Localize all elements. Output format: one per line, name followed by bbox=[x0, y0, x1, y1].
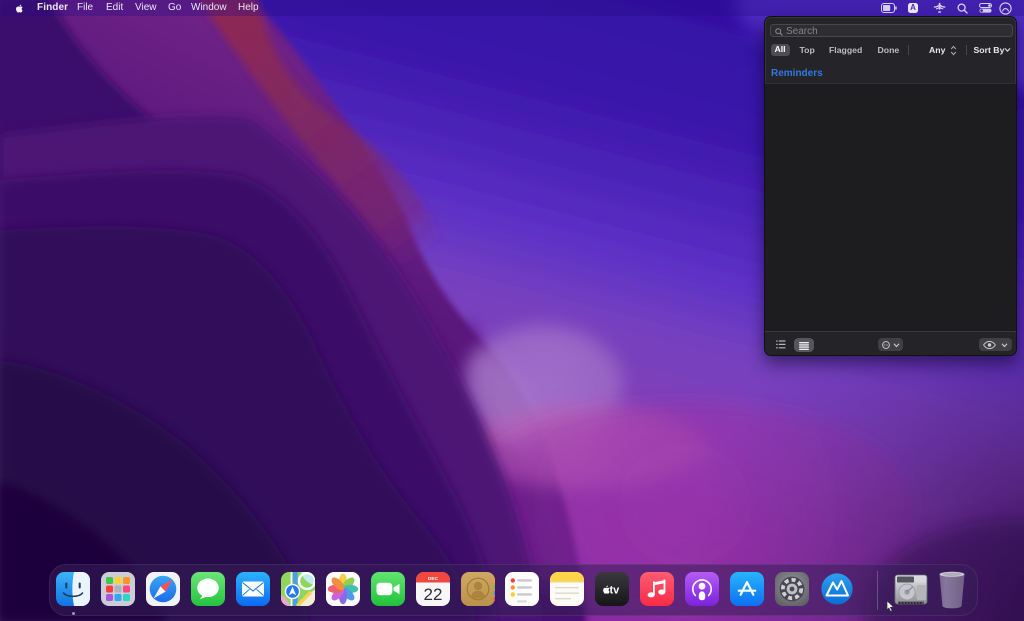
svg-text:DEC: DEC bbox=[428, 576, 439, 582]
svg-text:tv: tv bbox=[610, 585, 621, 597]
svg-text:22: 22 bbox=[424, 585, 443, 604]
